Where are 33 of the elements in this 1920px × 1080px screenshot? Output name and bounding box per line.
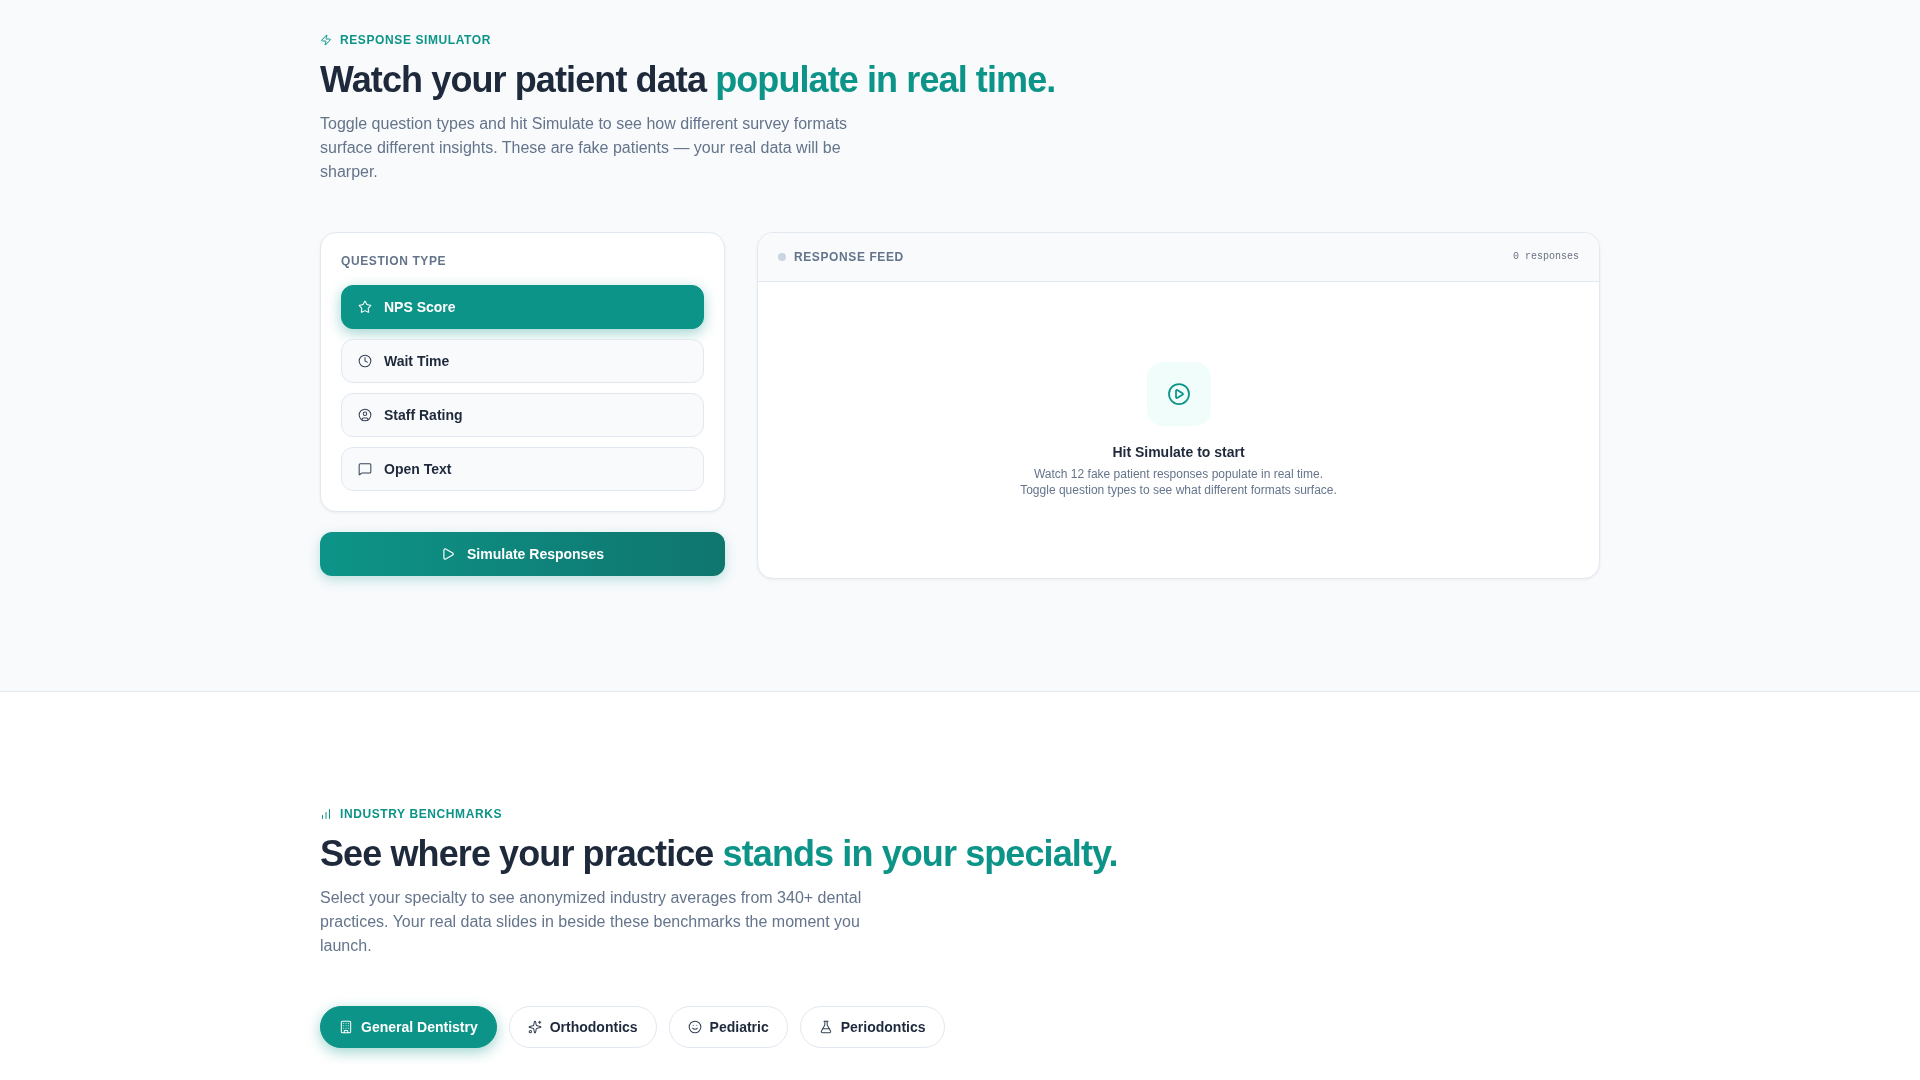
feed-title: RESPONSE FEED — [794, 249, 904, 265]
empty-state-text: Watch 12 fake patient responses populate in real time. — [1033, 466, 1324, 482]
speech-bubble-icon — [358, 462, 372, 476]
play-icon — [441, 547, 456, 561]
star-icon — [358, 300, 372, 314]
specialty-tab[interactable]: Pediatric — [668, 1006, 788, 1048]
response-count: 0 responses — [1513, 250, 1579, 264]
bar-chart-icon — [320, 808, 332, 820]
specialty-tab[interactable]: Orthodontics — [508, 1006, 657, 1048]
building-icon — [339, 1020, 353, 1034]
section-description: Toggle question types and hit Simulate to see how different survey formats surface different insights. These are fake patients — your real data will be sharper. — [320, 114, 849, 182]
simulate-button[interactable]: Simulate Responses — [320, 532, 725, 576]
empty-state-title: Hit Simulate to start — [1112, 443, 1245, 462]
specialty-tab[interactable]: Periodontics — [799, 1006, 945, 1048]
question-type-label: QUESTION TYPE — [341, 253, 448, 269]
section-eyebrow: INDUSTRY BENCHMARKS — [340, 806, 503, 822]
clock-icon — [358, 354, 372, 368]
sparkles-icon — [527, 1020, 542, 1034]
question-type-option[interactable]: Open Text — [341, 447, 704, 491]
user-circle-icon — [358, 408, 372, 422]
question-type-option[interactable]: Wait Time — [341, 339, 704, 383]
section-heading: See where your practice stands in your specialty. — [320, 834, 1119, 874]
question-type-option[interactable]: Staff Rating — [341, 393, 704, 437]
section-eyebrow: RESPONSE SIMULATOR — [340, 32, 492, 48]
flask-icon — [818, 1020, 833, 1034]
section-heading: Watch your patient data populate in real time. — [320, 60, 1057, 100]
empty-state-text: Toggle question types to see what different formats surface. — [1020, 482, 1337, 498]
smiley-icon — [687, 1020, 702, 1034]
specialty-tab[interactable]: General Dentistry — [320, 1006, 497, 1048]
play-tile-icon — [1146, 362, 1211, 426]
section-description: Select your specialty to see anonymized industry averages from 340+ dental practices. Your real data slides in beside these benchmarks the moment you launch. — [320, 888, 863, 956]
question-type-option[interactable]: NPS Score — [341, 285, 704, 329]
lightning-icon — [320, 34, 332, 46]
